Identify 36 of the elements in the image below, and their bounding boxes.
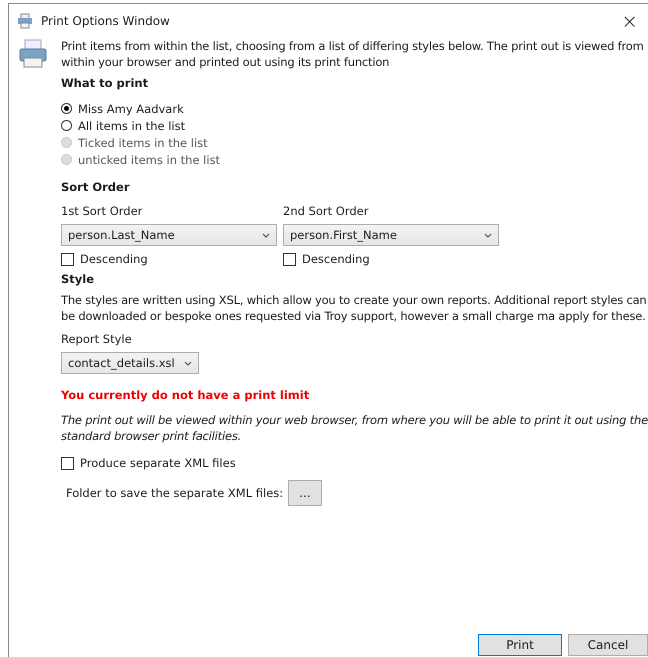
dialog-button[interactable]: Cancel xyxy=(568,634,648,656)
style-description: The styles are written using XSL, which allow you to create your own reports. Additional report styles can be downloaded or bespoke ones requested via Troy support, however a small charge ma apply for these. xyxy=(61,292,648,324)
radio-button[interactable] xyxy=(61,120,72,131)
window-title: Print Options Window xyxy=(41,14,171,28)
radio-label: Miss Amy Aadvark xyxy=(78,102,184,116)
field-label: Report Style xyxy=(61,332,133,346)
radio-button[interactable] xyxy=(61,103,72,114)
report-style-dropdown[interactable]: contact_details.xsl xyxy=(61,352,199,374)
chevron-icon xyxy=(262,232,270,238)
radio-label: All items in the list xyxy=(78,118,186,132)
sort-dropdown[interactable]: person.Last_Name xyxy=(61,224,277,246)
checkbox[interactable] xyxy=(61,456,74,470)
intro-text: Print items from within the list, choosing from a list of differing styles below. The print out is viewed from within your browser and printed out using its print function xyxy=(61,38,645,70)
section-heading: Sort Order xyxy=(61,180,131,194)
checkbox-label: Produce separate XML files xyxy=(80,456,236,470)
checkbox[interactable] xyxy=(283,252,296,266)
radio-label: Ticked items in the list xyxy=(78,136,208,150)
browse-button[interactable]: ... xyxy=(288,480,322,506)
print-limit-warning: You currently do not have a print limit xyxy=(61,388,310,402)
field-label: 1st Sort Order xyxy=(61,204,144,218)
chevron-icon xyxy=(184,360,192,366)
printer-icon xyxy=(17,38,49,70)
checkbox-label: Descending xyxy=(302,252,370,266)
close-button[interactable]: × xyxy=(621,9,638,33)
section-heading: What to print xyxy=(61,76,150,90)
field-label: 2nd Sort Order xyxy=(283,204,370,218)
sort-dropdown[interactable]: person.First_Name xyxy=(283,224,499,246)
field-label: Folder to save the separate XML files: xyxy=(66,486,284,500)
section-heading: Style xyxy=(61,272,96,286)
chevron-icon xyxy=(484,232,492,238)
checkbox[interactable] xyxy=(61,252,74,266)
printer-icon xyxy=(17,13,33,29)
note-text: The print out will be viewed within your web browser, from where you will be able to print it out using the standard browser print facilities. xyxy=(61,412,648,444)
dialog-button[interactable]: Print xyxy=(478,634,562,656)
radio-label: unticked items in the list xyxy=(78,152,220,166)
checkbox-label: Descending xyxy=(80,252,148,266)
